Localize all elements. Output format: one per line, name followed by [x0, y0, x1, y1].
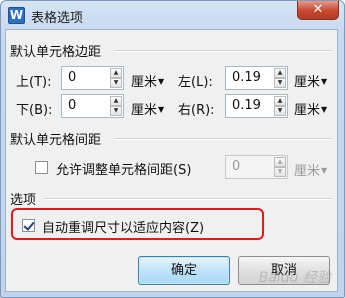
unit-dropdown-icon: ▼	[158, 77, 165, 86]
wps-writer-icon: W	[8, 7, 25, 24]
margins-group-divider	[114, 50, 332, 52]
dialog-title: 表格选项	[31, 11, 84, 26]
dialog-body: 默认单元格边距 上(T): 0 ▲ ▼ 厘米▼ 左(L): 0.19 ▲ ▼ 厘…	[5, 29, 338, 292]
allow-spacing-label[interactable]: 允许调整单元格间距(S)	[56, 159, 191, 178]
left-margin-unit-label: 厘米	[294, 75, 321, 90]
baidu-watermark: Baidu 经验	[258, 270, 331, 286]
top-margin-value[interactable]: 0	[68, 70, 76, 85]
spacing-group-divider	[114, 138, 332, 140]
unit-dropdown-icon: ▼	[321, 166, 328, 175]
left-margin-down-arrow-icon[interactable]: ▼	[274, 78, 286, 88]
cell-spacing-down-arrow-icon: ▼	[274, 167, 286, 177]
unit-dropdown-icon: ▼	[158, 105, 165, 114]
auto-resize-checkbox[interactable]	[22, 219, 35, 232]
top-margin-spinner[interactable]: 0 ▲ ▼	[61, 66, 124, 90]
top-margin-label: 上(T):	[16, 75, 52, 90]
cell-spacing-value: 0	[232, 159, 241, 174]
margins-group-label: 默认单元格边距	[10, 45, 102, 60]
top-margin-unit[interactable]: 厘米▼	[131, 71, 164, 90]
right-margin-label: 右(R):	[178, 103, 215, 118]
cell-spacing-unit-label: 厘米	[294, 164, 321, 179]
right-margin-down-arrow-icon[interactable]: ▼	[274, 106, 286, 116]
allow-spacing-checkbox[interactable]	[35, 161, 48, 174]
spacing-group-label: 默认单元格间距	[10, 133, 102, 148]
title-bar: W 表格选项 ✕	[1, 1, 344, 31]
left-margin-unit[interactable]: 厘米▼	[294, 71, 327, 90]
cell-spacing-unit: 厘米▼	[294, 160, 327, 179]
right-margin-value[interactable]: 0.19	[232, 98, 261, 113]
bottom-margin-up-arrow-icon[interactable]: ▲	[110, 96, 122, 106]
unit-dropdown-icon: ▼	[321, 77, 328, 86]
close-button[interactable]: ✕	[297, 1, 339, 20]
left-margin-label: 左(L):	[178, 75, 213, 90]
bottom-margin-value[interactable]: 0	[68, 98, 76, 113]
options-group-label: 选项	[10, 193, 37, 208]
unit-dropdown-icon: ▼	[321, 105, 328, 114]
left-margin-value[interactable]: 0.19	[232, 70, 261, 85]
cell-spacing-up-arrow-icon: ▲	[274, 157, 286, 167]
right-margin-spinner[interactable]: 0.19 ▲ ▼	[225, 94, 288, 118]
top-margin-up-arrow-icon[interactable]: ▲	[110, 68, 122, 78]
top-margin-down-arrow-icon[interactable]: ▼	[110, 78, 122, 88]
right-margin-unit-label: 厘米	[294, 103, 321, 118]
bottom-margin-label: 下(B):	[16, 103, 53, 118]
bottom-margin-spinner[interactable]: 0 ▲ ▼	[61, 94, 124, 118]
right-margin-up-arrow-icon[interactable]: ▲	[274, 96, 286, 106]
cell-spacing-spinner: 0 ▲ ▼	[225, 155, 288, 179]
bottom-margin-unit[interactable]: 厘米▼	[131, 99, 164, 118]
left-margin-up-arrow-icon[interactable]: ▲	[274, 68, 286, 78]
auto-resize-label[interactable]: 自动重调尺寸以适应内容(Z)	[42, 217, 204, 236]
left-margin-spinner[interactable]: 0.19 ▲ ▼	[225, 66, 288, 90]
bottom-margin-unit-label: 厘米	[131, 103, 158, 118]
ok-button[interactable]: 确定	[138, 256, 230, 285]
right-margin-unit[interactable]: 厘米▼	[294, 99, 327, 118]
top-margin-unit-label: 厘米	[131, 75, 158, 90]
options-group-divider	[44, 198, 332, 200]
bottom-margin-down-arrow-icon[interactable]: ▼	[110, 106, 122, 116]
